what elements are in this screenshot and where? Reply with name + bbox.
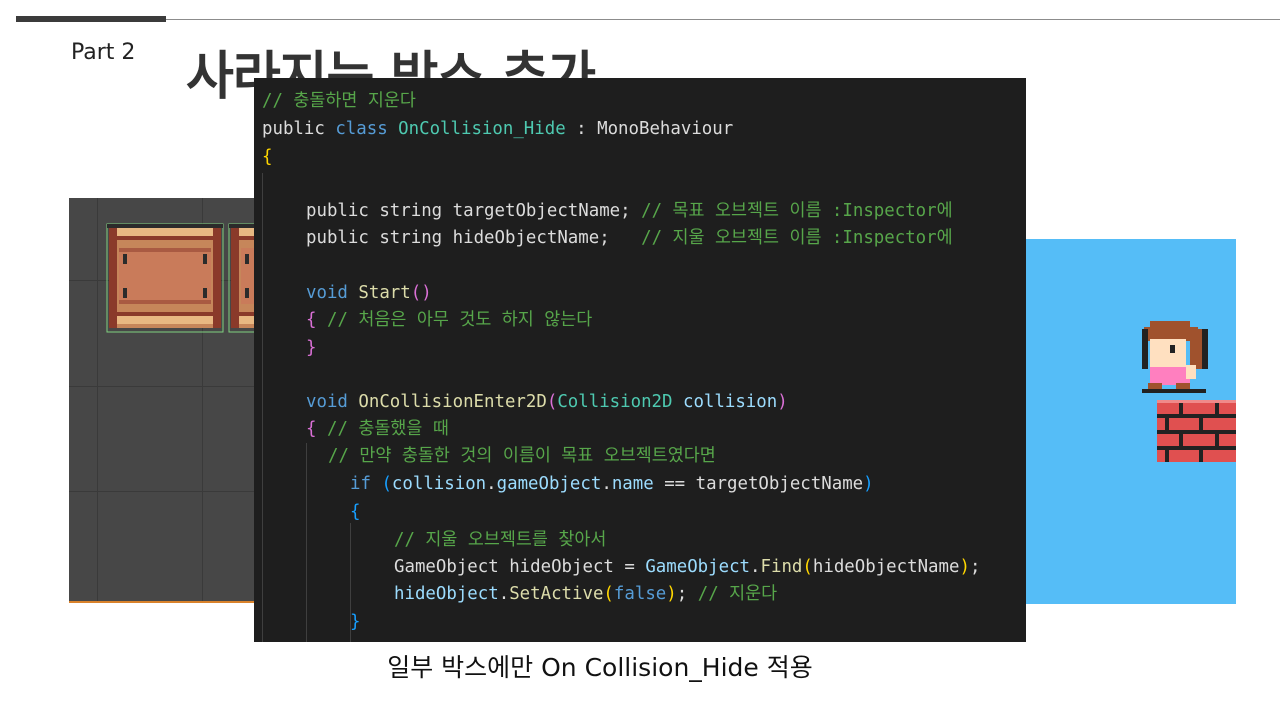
code-line-16: { — [350, 499, 360, 526]
type-name: GameObject — [645, 557, 751, 577]
method-name: Find — [760, 557, 803, 577]
code-line-6: public string hideObjectName; // 지울 오브젝트… — [306, 225, 953, 252]
paren: ) — [863, 474, 874, 494]
class-name: OnCollision_Hide — [398, 119, 566, 139]
code-line-20: } — [350, 609, 360, 636]
punctuation: . — [498, 584, 510, 604]
code-line-18: GameObject hideObject = GameObject.Find(… — [394, 554, 980, 581]
code-line-8: void Start() — [306, 280, 432, 307]
game-view-screenshot — [1025, 239, 1236, 604]
player-character-sprite — [1142, 321, 1208, 393]
code-line-15: if (collision.gameObject.name == targetO… — [350, 471, 874, 498]
variable-name: collision — [391, 474, 487, 494]
method-name: OnCollisionEnter2D — [358, 392, 547, 412]
keyword: string — [379, 228, 443, 248]
comment-text: // 충돌하면 지운다 — [262, 91, 416, 111]
argument-name: hideObjectName — [812, 557, 960, 577]
comment-text: // 지운다 — [697, 584, 778, 604]
paren: ( — [603, 584, 614, 604]
comment-text: // 만약 충돌한 것의 이름이 목표 오브젝트였다면 — [328, 446, 716, 466]
keyword: public — [306, 228, 369, 248]
keyword: class — [335, 119, 388, 139]
slide-caption: 일부 박스에만 On Collision_Hide 적용 — [387, 653, 813, 682]
code-line-12: void OnCollisionEnter2D(Collision2D coll… — [306, 389, 788, 416]
brace: { — [306, 419, 317, 439]
keyword: void — [306, 392, 348, 412]
code-line-1: // 충돌하면 지운다 — [262, 88, 416, 115]
game-scene-graphics — [1142, 321, 1236, 462]
brick-platform — [1157, 400, 1236, 462]
code-line-2: public class OnCollision_Hide : MonoBeha… — [262, 116, 733, 143]
code-line-9: { // 처음은 아무 것도 하지 않는다 — [306, 307, 592, 334]
punctuation: ; — [676, 584, 688, 604]
parameter-name: collision — [682, 392, 778, 412]
property-name: gameObject — [496, 474, 602, 494]
top-rule-line — [166, 19, 1280, 20]
paren: ( — [546, 392, 558, 412]
variable-name: hideObject — [509, 557, 614, 577]
brace: { — [350, 502, 361, 522]
method-name: SetActive — [509, 584, 604, 604]
code-line-3: { — [262, 144, 272, 171]
punctuation: . — [601, 474, 612, 494]
keyword: void — [306, 283, 348, 303]
part-label: Part 2 — [71, 40, 136, 65]
comment-text: // 지울 오브젝트를 찾아서 — [394, 530, 607, 550]
scene-view-screenshot — [69, 198, 255, 603]
crate-sprites — [106, 223, 255, 333]
paren: ) — [959, 557, 970, 577]
keyword: public — [306, 201, 369, 221]
type-name: Collision2D — [557, 392, 673, 412]
crate-sprite — [106, 223, 224, 333]
variable-name: hideObject — [394, 584, 499, 604]
brace: } — [350, 612, 361, 632]
code-line-13: { // 충돌했을 때 — [306, 416, 449, 443]
punctuation: ; — [969, 557, 981, 577]
keyword: string — [379, 201, 443, 221]
code-line-10: } — [306, 335, 316, 362]
operator: = — [613, 557, 646, 577]
paren: ( — [381, 474, 392, 494]
keyword: false — [613, 584, 667, 604]
base-class-name: MonoBehaviour — [597, 119, 734, 139]
brace: { — [306, 310, 317, 330]
code-line-19: hideObject.SetActive(false); // 지운다 — [394, 581, 777, 608]
comment-text: // 충돌했을 때 — [326, 419, 449, 439]
crate-sprite — [228, 223, 255, 333]
punctuation: : — [565, 119, 598, 139]
operator: == — [653, 474, 696, 494]
punctuation: . — [486, 474, 497, 494]
parens: () — [410, 283, 432, 303]
field-name: targetObjectName; — [452, 201, 631, 221]
property-name: name — [611, 474, 654, 494]
punctuation: . — [750, 557, 761, 577]
code-line-5: public string targetObjectName; // 목표 오브… — [306, 198, 953, 225]
field-name: hideObjectName; — [452, 228, 610, 248]
code-line-14: // 만약 충돌한 것의 이름이 목표 오브젝트였다면 — [328, 443, 716, 470]
comment-text: // 목표 오브젝트 이름 :Inspector에 — [641, 201, 953, 221]
keyword: public — [262, 119, 325, 139]
paren: ) — [666, 584, 677, 604]
method-name: Start — [358, 283, 411, 303]
paren: ( — [802, 557, 813, 577]
type-name: GameObject — [394, 557, 499, 577]
paren: ) — [777, 392, 788, 412]
comment-text: // 처음은 아무 것도 하지 않는다 — [326, 310, 593, 330]
code-editor: // 충돌하면 지운다 public class OnCollision_Hid… — [254, 78, 1026, 642]
comment-text: // 지울 오브젝트 이름 :Inspector에 — [641, 228, 953, 248]
variable-name: targetObjectName — [695, 474, 864, 494]
top-accent-bar — [16, 16, 166, 22]
keyword: if — [350, 474, 371, 494]
brace: { — [262, 147, 273, 167]
code-line-17: // 지울 오브젝트를 찾아서 — [394, 527, 606, 554]
brace: } — [306, 338, 317, 358]
